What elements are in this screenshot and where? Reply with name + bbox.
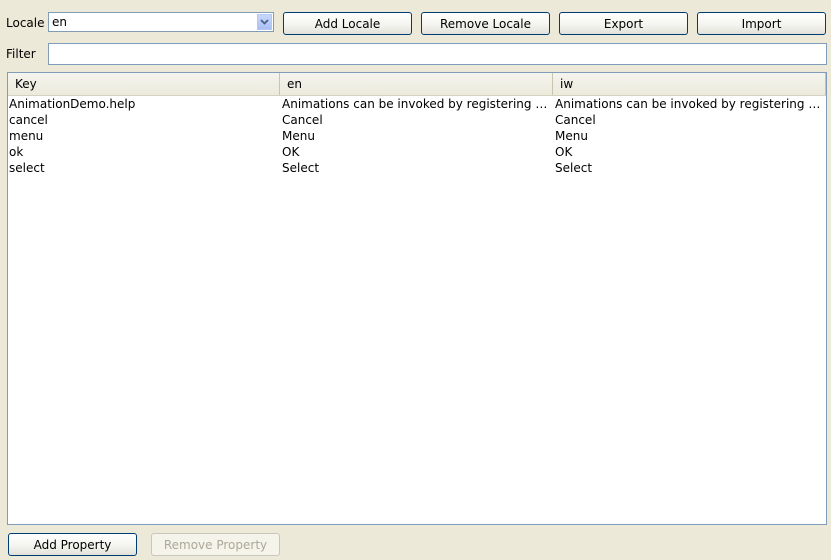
filter-label: Filter	[6, 47, 36, 61]
properties-table[interactable]: Key en iw AnimationDemo.help Animations …	[7, 72, 827, 525]
locale-combobox[interactable]: en	[48, 12, 274, 32]
table-cell-en[interactable]: Menu	[282, 128, 550, 144]
filter-input[interactable]	[48, 43, 827, 65]
table-row[interactable]: cancel Cancel Cancel	[8, 112, 826, 128]
import-button[interactable]: Import	[697, 12, 826, 35]
table-cell-iw[interactable]: Select	[555, 160, 825, 176]
table-cell-key[interactable]: ok	[9, 144, 279, 160]
table-cell-en[interactable]: Cancel	[282, 112, 550, 128]
table-cell-en[interactable]: Animations can be invoked by registering…	[282, 96, 550, 112]
table-header: Key en iw	[8, 73, 826, 96]
table-body: AnimationDemo.help Animations can be inv…	[8, 96, 826, 176]
table-cell-iw[interactable]: OK	[555, 144, 825, 160]
table-cell-en[interactable]: Select	[282, 160, 550, 176]
table-row[interactable]: select Select Select	[8, 160, 826, 176]
table-cell-key[interactable]: cancel	[9, 112, 279, 128]
table-row[interactable]: ok OK OK	[8, 144, 826, 160]
add-property-button[interactable]: Add Property	[8, 533, 137, 556]
remove-property-button: Remove Property	[151, 533, 280, 556]
column-header-en[interactable]: en	[280, 73, 553, 95]
table-cell-key[interactable]: AnimationDemo.help	[9, 96, 279, 112]
table-cell-en[interactable]: OK	[282, 144, 550, 160]
column-header-key[interactable]: Key	[8, 73, 280, 95]
locale-combobox-value: en	[52, 15, 67, 29]
add-locale-button[interactable]: Add Locale	[283, 12, 412, 35]
table-cell-iw[interactable]: Menu	[555, 128, 825, 144]
locale-label: Locale	[6, 16, 45, 30]
table-cell-iw[interactable]: Cancel	[555, 112, 825, 128]
table-row[interactable]: AnimationDemo.help Animations can be inv…	[8, 96, 826, 112]
column-header-iw[interactable]: iw	[553, 73, 826, 95]
table-row[interactable]: menu Menu Menu	[8, 128, 826, 144]
remove-locale-button[interactable]: Remove Locale	[421, 12, 550, 35]
locale-editor-window: Locale en Add Locale Remove Locale Expor…	[0, 0, 831, 560]
table-cell-key[interactable]: menu	[9, 128, 279, 144]
export-button[interactable]: Export	[559, 12, 688, 35]
table-cell-key[interactable]: select	[9, 160, 279, 176]
chevron-down-icon[interactable]	[257, 14, 272, 30]
table-cell-iw[interactable]: Animations can be invoked by registering…	[555, 96, 825, 112]
